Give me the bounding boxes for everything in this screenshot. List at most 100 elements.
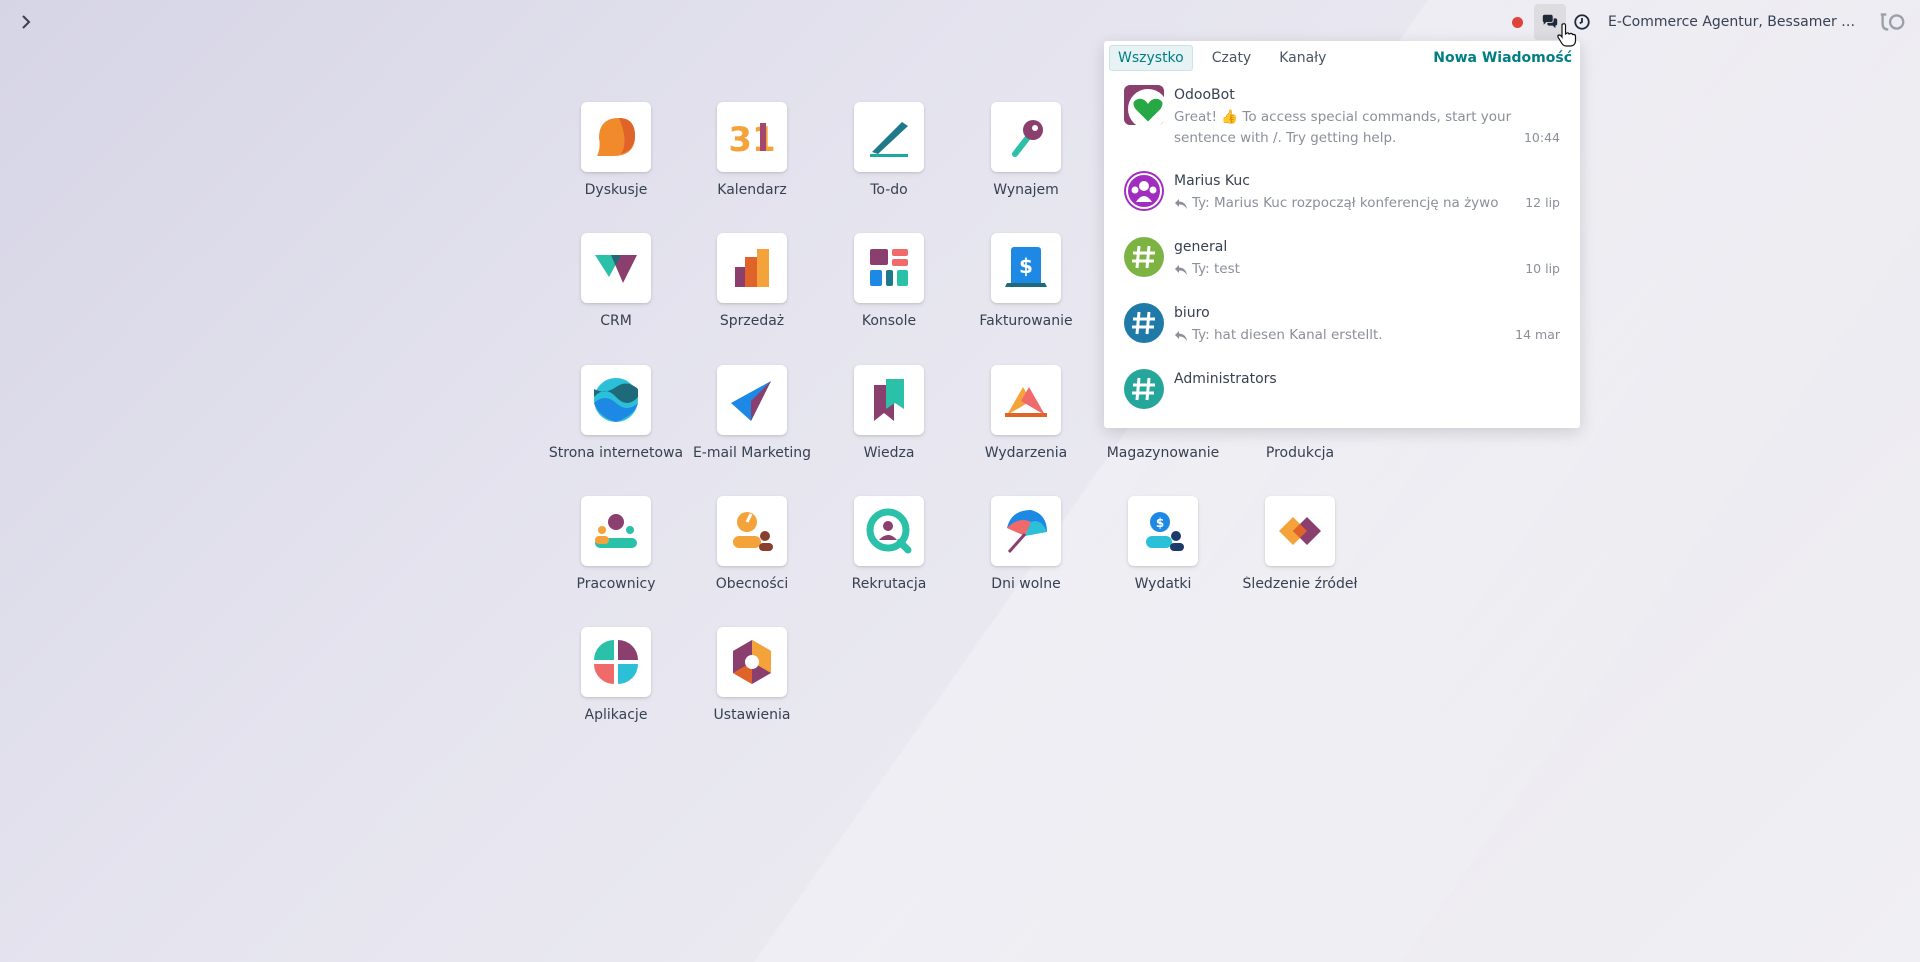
sales-icon (735, 249, 769, 287)
thread-preview: Ty: test (1174, 259, 1560, 280)
app-recruitment[interactable]: Rekrutacja (818, 496, 960, 592)
thread-time: 10 lip (1525, 261, 1560, 276)
user-logo-icon (1880, 13, 1905, 31)
dashboards-icon (870, 249, 908, 286)
reply-icon (1175, 331, 1187, 341)
recruitment-icon (866, 508, 912, 554)
app-label: Obecności (715, 576, 789, 592)
app-settings[interactable]: Ustawienia (681, 627, 823, 723)
crm-icon (595, 255, 637, 283)
reply-icon (1175, 265, 1187, 275)
recording-indicator[interactable] (1512, 16, 1523, 28)
thread-administrators[interactable]: Administrators (1104, 361, 1580, 427)
apps-icon (594, 640, 638, 684)
hashtag-icon (1132, 245, 1155, 269)
app-label: Produkcja (1265, 445, 1335, 461)
thread-biuro[interactable]: biuro Ty: hat diesen Kanal erstellt. 14 … (1104, 295, 1580, 361)
hand-cursor-icon (1557, 23, 1577, 47)
filter-channels[interactable]: Kanały (1270, 45, 1335, 71)
app-apps[interactable]: Aplikacje (545, 627, 687, 723)
app-dashboards[interactable]: Konsole (818, 233, 960, 329)
company-switcher[interactable]: E-Commerce Agentur, Bessamer Str... (1608, 14, 1864, 30)
hashtag-icon (1132, 377, 1155, 401)
invoicing-icon: $ (1005, 247, 1047, 287)
app-label: Dni wolne (991, 576, 1061, 592)
filter-all[interactable]: Wszystko (1109, 45, 1193, 71)
app-knowledge[interactable]: Wiedza (818, 365, 960, 461)
app-label: E-mail Marketing (692, 445, 812, 461)
reply-icon (1175, 199, 1187, 209)
svg-text:$: $ (1019, 254, 1033, 278)
messaging-filters: Wszystko Czaty Kanały Nowa Wiadomość (1104, 41, 1580, 75)
app-label: Wynajem (993, 182, 1059, 198)
calendar-icon: 31 (728, 120, 775, 160)
app-invoicing[interactable]: $ Fakturowanie (955, 233, 1097, 329)
rental-icon (1012, 120, 1043, 157)
avatar (1124, 303, 1164, 343)
app-email-marketing[interactable]: E-mail Marketing (681, 365, 823, 461)
app-label: Rekrutacja (851, 576, 927, 592)
thread-time: 10:44 (1523, 130, 1560, 145)
thread-preview: Ty: Marius Kuc rozpoczął konferencję na … (1174, 193, 1560, 214)
user-avatar[interactable] (1876, 6, 1908, 38)
avatar (1124, 171, 1164, 211)
navbar: E-Commerce Agentur, Bessamer Str... (0, 0, 1920, 44)
app-events[interactable]: Wydarzenia (955, 365, 1097, 461)
events-icon (1005, 387, 1047, 417)
thread-marius-kuc[interactable]: Marius Kuc Ty: Marius Kuc rozpoczął konf… (1104, 163, 1580, 229)
thread-name: Administrators (1174, 371, 1277, 387)
app-label: Sprzedaż (719, 313, 785, 329)
app-label: To-do (870, 182, 908, 198)
app-employees[interactable]: Pracownicy (545, 496, 687, 592)
email-marketing-icon (731, 381, 771, 421)
app-label: Śledzenie źródeł (1242, 576, 1358, 592)
app-discuss[interactable]: Dyskusje (545, 102, 687, 198)
app-calendar[interactable]: 31 Kalendarz (681, 102, 823, 198)
thread-odoobot[interactable]: OdooBot Great! 👍 To access special comma… (1104, 77, 1580, 163)
app-label: Fakturowanie (979, 313, 1073, 329)
thread-general[interactable]: general Ty: test 10 lip (1104, 229, 1580, 295)
app-label: Pracownicy (576, 576, 656, 592)
app-rental[interactable]: Wynajem (955, 102, 1097, 198)
chevron-right-icon (22, 15, 31, 29)
avatar (1124, 85, 1168, 129)
app-link-tracker[interactable]: Śledzenie źródeł (1229, 496, 1371, 592)
thread-name: general (1174, 239, 1228, 255)
attendances-icon (733, 512, 773, 551)
app-label: Wiedza (863, 445, 915, 461)
app-label: Wydarzenia (984, 445, 1068, 461)
app-website[interactable]: Strona internetowa (545, 365, 687, 461)
app-label: Ustawienia (713, 707, 791, 723)
avatar (1124, 369, 1164, 409)
expenses-icon: $ (1146, 512, 1184, 551)
svg-text:$: $ (1156, 516, 1164, 530)
group-avatar-icon (1126, 173, 1162, 209)
new-message-button[interactable]: Nowa Wiadomość (1433, 50, 1572, 66)
app-label: Dyskusje (584, 182, 648, 198)
time-off-icon (1007, 510, 1047, 553)
menu-toggle-button[interactable] (14, 10, 38, 34)
thread-name: biuro (1174, 305, 1210, 321)
thread-time: 14 mar (1515, 327, 1560, 342)
employees-icon (595, 514, 637, 548)
app-label: Kalendarz (717, 182, 787, 198)
thread-name: OdooBot (1174, 87, 1235, 103)
app-expenses[interactable]: $ Wydatki (1092, 496, 1234, 592)
hashtag-icon (1132, 311, 1155, 335)
app-crm[interactable]: CRM (545, 233, 687, 329)
avatar (1124, 237, 1164, 277)
app-label: Strona internetowa (548, 445, 684, 461)
thread-preview: Great! 👍 To access special commands, sta… (1174, 109, 1512, 146)
app-label: Aplikacje (584, 707, 648, 723)
filter-chats[interactable]: Czaty (1203, 45, 1260, 71)
thread-name: Marius Kuc (1174, 173, 1250, 189)
messaging-menu: Wszystko Czaty Kanały Nowa Wiadomość Odo… (1104, 41, 1580, 428)
app-label: CRM (600, 313, 632, 329)
svg-text:31: 31 (728, 120, 775, 160)
heart-icon (1128, 89, 1168, 129)
app-sales[interactable]: Sprzedaż (681, 233, 823, 329)
app-attendances[interactable]: Obecności (681, 496, 823, 592)
app-time-off[interactable]: Dni wolne (955, 496, 1097, 592)
settings-icon (733, 640, 771, 684)
app-todo[interactable]: To-do (818, 102, 960, 198)
